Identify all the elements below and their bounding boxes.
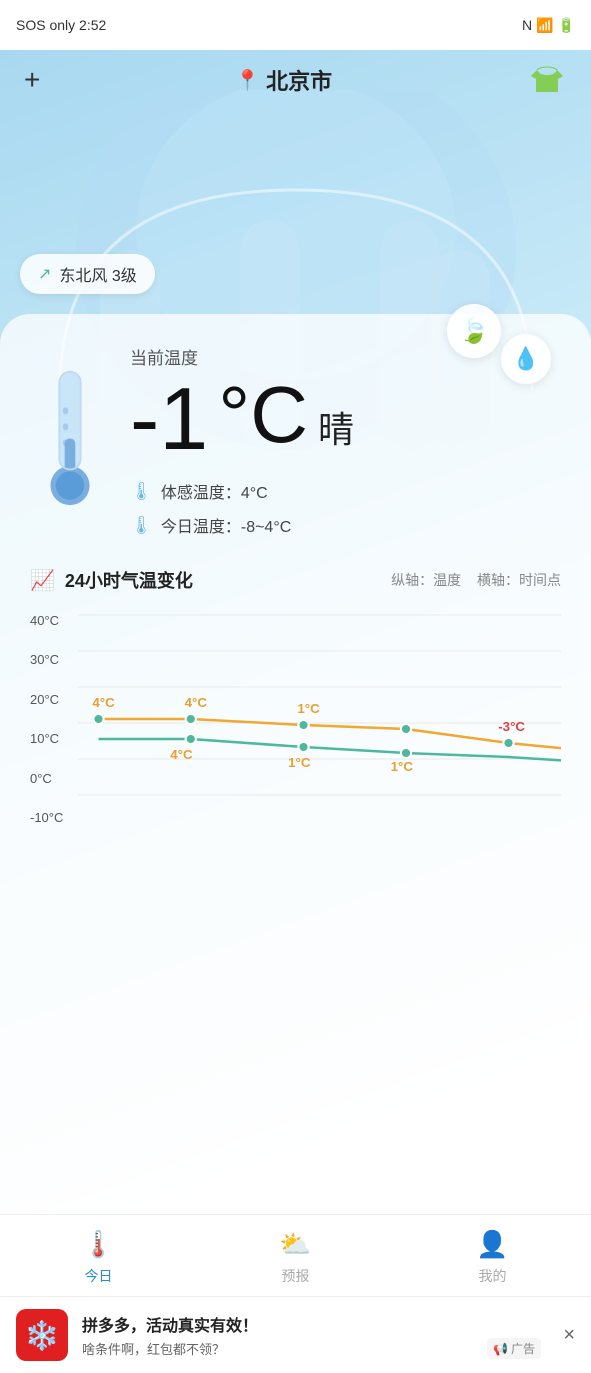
x-axis-label: 横轴：时间点 [477,572,561,588]
header: + 📍 北京市 [0,50,591,114]
thermometer-icon [30,354,110,514]
thermometer [30,354,110,514]
svg-text:4°C: 4°C [170,747,193,762]
svg-text:4°C: 4°C [185,695,208,710]
ad-close-button[interactable]: × [563,1324,575,1347]
location-pin-icon: 📍 [235,68,260,93]
ad-badge-label: 广告 [511,1340,535,1357]
city-name: 北京市 [266,64,332,96]
ad-logo: ❄️ [16,1309,68,1361]
svg-text:1°C: 1°C [391,759,414,774]
wind-label: 东北风 3级 [59,262,136,286]
feels-like-label: 体感温度：4°C [161,479,268,503]
svg-text:-3°C: -3°C [498,719,525,734]
y-axis-label: 纵轴：温度 [391,572,461,588]
nav-today-label: 今日 [85,1266,113,1286]
chart-svg: 4°C 4°C 1°C -3°C 4°C 1°C 1°C [78,609,561,829]
leaf-icon-button[interactable]: 🍃 [447,304,501,358]
chart-title: 24小时气温变化 [65,567,193,593]
today-icon: 🌡 [130,515,153,536]
nav-profile-label: 我的 [479,1266,507,1286]
y-label-minus10: -10°C [30,810,78,825]
status-bar: SOS only 2:52 N 📶 🔋 [0,0,591,50]
wifi-icon: 🔋 [558,17,575,34]
app-wrapper: + 📍 北京市 ↗ 东北风 3级 🍃 💧 [0,50,591,1373]
chart-icon: 📈 [30,568,55,593]
temp-main: -1 °C 晴 [130,375,561,463]
chart-axis-labels: 纵轴：温度 横轴：时间点 [379,570,561,590]
main-weather: 当前温度 -1 °C 晴 🌡 体感温度：4°C 🌡 今日温度：-8~4°C [30,344,561,547]
feels-like-row: 🌡 体感温度：4°C [130,479,561,503]
add-city-button[interactable]: + [24,64,40,96]
temp-info: 当前温度 -1 °C 晴 🌡 体感温度：4°C 🌡 今日温度：-8~4°C [130,344,561,547]
feels-icon: 🌡 [130,481,153,502]
svg-text:1°C: 1°C [288,755,311,770]
y-label-30: 30°C [30,652,78,667]
chart-plot-area: 4°C 4°C 1°C -3°C 4°C 1°C 1°C [78,609,561,829]
temperature-chart: 40°C 30°C 20°C 10°C 0°C -10°C [30,609,561,839]
wind-arrow-icon: ↗ [38,264,51,284]
nav-today[interactable]: 🌡️ 今日 [82,1229,114,1286]
today-temp-row: 🌡 今日温度：-8~4°C [130,513,561,537]
status-icons: N 📶 🔋 [522,17,575,34]
y-label-20: 20°C [30,692,78,707]
nav-profile[interactable]: 👤 我的 [476,1229,508,1286]
shirt-icon [529,62,565,98]
y-label-0: 0°C [30,771,78,786]
status-text: SOS only 2:52 [16,17,106,33]
ad-title: 拼多多，活动真实有效！ [82,1312,549,1336]
signal-icon: 📶 [536,17,553,34]
bottom-nav: 🌡️ 今日 ⛅ 预报 👤 我的 [0,1214,591,1296]
weather-content: 🍃 💧 [0,314,591,1214]
ad-logo-icon: ❄️ [25,1319,60,1352]
ad-banner: ❄️ 拼多多，活动真实有效！ 啥条件啊，红包都不领？ 📢 广告 × [0,1296,591,1373]
y-label-40: 40°C [30,613,78,628]
drop-icon-button[interactable]: 💧 [501,334,551,384]
temp-unit: °C [218,375,308,455]
ad-subtitle: 啥条件啊，红包都不领？ [82,1339,549,1358]
nav-today-icon: 🌡️ [82,1229,114,1260]
nav-forecast[interactable]: ⛅ 预报 [279,1229,311,1286]
temp-details: 🌡 体感温度：4°C 🌡 今日温度：-8~4°C [130,479,561,537]
y-label-10: 10°C [30,731,78,746]
nav-forecast-label: 预报 [282,1266,310,1286]
today-temp-label: 今日温度：-8~4°C [161,513,291,537]
chart-section: 📈 24小时气温变化 纵轴：温度 横轴：时间点 40°C 30°C 20°C 1… [30,567,561,859]
current-temp-label: 当前温度 [130,344,561,369]
svg-text:4°C: 4°C [92,695,115,710]
svg-text:1°C: 1°C [297,701,320,716]
dressing-button[interactable] [527,60,567,100]
ad-badge: 📢 广告 [487,1338,541,1359]
city-location[interactable]: 📍 北京市 [235,64,332,96]
ad-text: 拼多多，活动真实有效！ 啥条件啊，红包都不领？ [82,1312,549,1358]
temperature-value: -1 [130,375,208,463]
weather-condition: 晴 [318,401,354,453]
y-axis: 40°C 30°C 20°C 10°C 0°C -10°C [30,609,78,829]
chart-header: 📈 24小时气温变化 纵轴：温度 横轴：时间点 [30,567,561,593]
wind-tag: ↗ 东北风 3级 [20,254,155,294]
ad-badge-icon: 📢 [493,1342,508,1356]
nav-forecast-icon: ⛅ [279,1229,311,1260]
nfc-icon: N [522,17,532,33]
nav-profile-icon: 👤 [476,1229,508,1260]
